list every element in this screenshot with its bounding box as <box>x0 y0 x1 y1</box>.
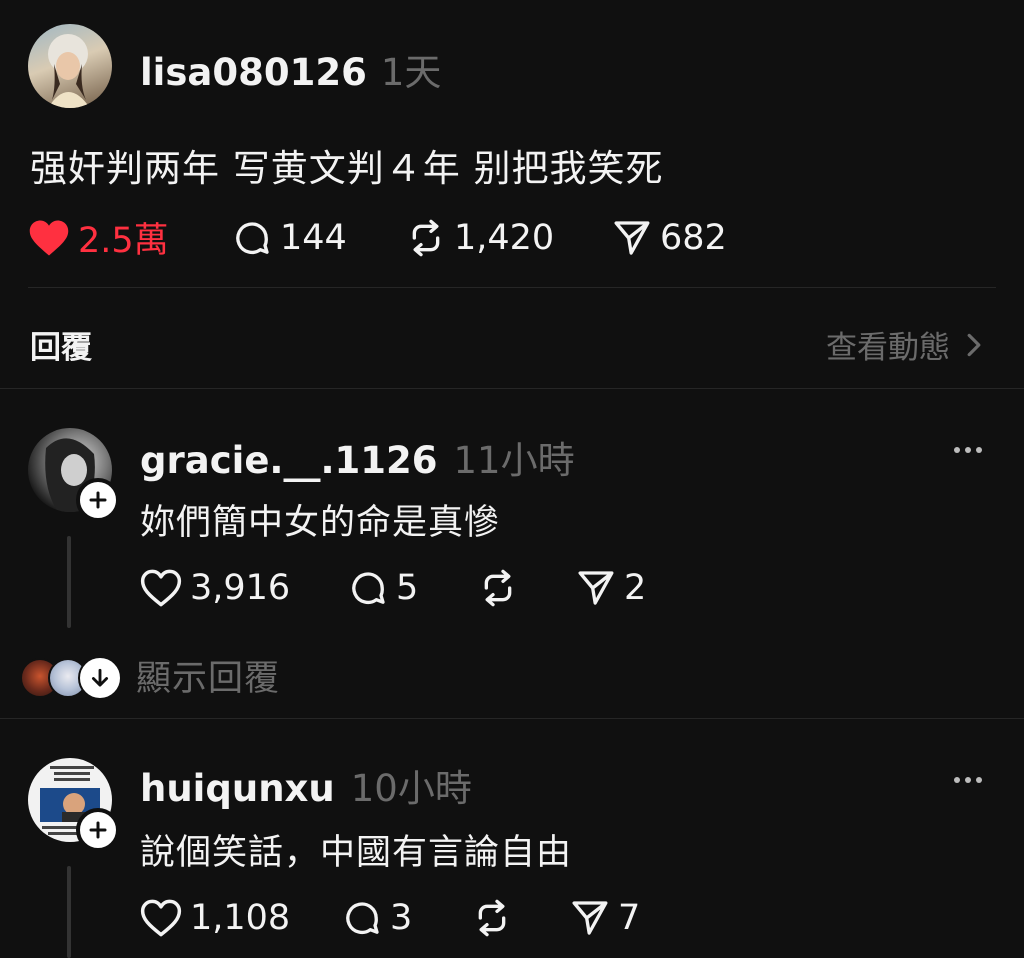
reply-timestamp: 10小時 <box>350 767 472 810</box>
dot <box>965 777 971 783</box>
expand-replies-icon <box>78 655 122 700</box>
heart-filled-icon <box>29 220 69 255</box>
repost-icon <box>478 899 506 937</box>
reply-actions: 3,916 5 2 <box>140 568 676 608</box>
reply-like-count: 1,108 <box>190 898 291 938</box>
replies-header-divider <box>0 388 1024 389</box>
dot <box>965 447 971 453</box>
heart-icon <box>140 569 182 607</box>
post-comment-count: 144 <box>280 217 347 258</box>
reply-comment-count: 3 <box>390 898 413 938</box>
reply-timestamp: 11小時 <box>453 439 575 482</box>
comment-icon <box>236 221 269 254</box>
follow-button[interactable] <box>76 478 120 522</box>
post-comment-button[interactable]: 144 <box>232 218 406 258</box>
reply-avatar-stack <box>20 654 122 700</box>
reply-actions: 1,108 3 7 <box>140 898 670 938</box>
repost-icon <box>412 219 440 256</box>
reply-like-count: 3,916 <box>190 568 291 608</box>
repost-icon <box>484 569 512 607</box>
reply-like-button[interactable]: 1,108 <box>140 898 342 938</box>
avatar-image <box>48 34 90 108</box>
reply-header: gracie.__.1126 11小時 <box>140 430 575 484</box>
view-activity-link[interactable]: 查看動態 <box>826 322 982 367</box>
dot <box>976 777 982 783</box>
arrow-down-icon <box>91 668 109 687</box>
follow-button[interactable] <box>76 808 120 852</box>
comment-icon <box>352 572 385 605</box>
send-icon <box>572 901 608 935</box>
reply-divider <box>0 718 1024 719</box>
post-share-count: 682 <box>660 217 727 258</box>
more-options-button[interactable] <box>954 447 982 453</box>
send-icon <box>578 571 614 605</box>
heart-icon <box>140 899 182 937</box>
post-timestamp: 1天 <box>380 51 442 94</box>
post-repost-count: 1,420 <box>454 217 555 258</box>
plus-icon <box>89 491 107 509</box>
reply-comment-button[interactable]: 5 <box>348 568 478 608</box>
post-author-username[interactable]: lisa080126 <box>140 51 367 94</box>
show-replies-label: 顯示回覆 <box>136 659 281 699</box>
send-icon <box>614 220 650 255</box>
reply-author-username[interactable]: gracie.__.1126 <box>140 439 438 482</box>
post-like-count: 2.5萬 <box>78 221 169 261</box>
dot <box>954 447 960 453</box>
reply-share-count: 7 <box>618 898 641 938</box>
reply-comment-button[interactable]: 3 <box>342 898 472 938</box>
chevron-right-icon <box>967 333 981 356</box>
post-author-avatar[interactable] <box>28 24 112 108</box>
post-like-button[interactable]: 2.5萬 <box>28 212 232 263</box>
thread-line <box>67 866 71 958</box>
reply-text: 妳們簡中女的命是真慘 <box>140 503 501 543</box>
reply-author-username[interactable]: huiqunxu <box>140 767 335 810</box>
reply-share-button[interactable]: 7 <box>570 898 670 938</box>
post-actions: 2.5萬 144 1,420 682 <box>28 212 752 263</box>
reply-share-button[interactable]: 2 <box>576 568 676 608</box>
reply-share-count: 2 <box>624 568 647 608</box>
more-options-button[interactable] <box>954 777 982 783</box>
reply-comment-count: 5 <box>396 568 419 608</box>
show-replies-button[interactable]: 顯示回覆 <box>20 650 280 701</box>
post-divider <box>28 287 996 288</box>
reply-like-button[interactable]: 3,916 <box>140 568 348 608</box>
reply-repost-button[interactable] <box>472 898 570 938</box>
view-activity-label: 查看動態 <box>826 330 950 366</box>
dot <box>976 447 982 453</box>
post-header: lisa080126 1天 <box>140 42 441 96</box>
plus-icon <box>89 821 107 839</box>
replies-label: 回覆 <box>30 330 92 366</box>
reply-text: 說個笑話，中國有言論自由 <box>140 833 573 873</box>
dot <box>954 777 960 783</box>
post-share-button[interactable]: 682 <box>612 218 752 258</box>
thread-line <box>67 536 71 628</box>
post-text: 强奸判两年 写黄文判４年 别把我笑死 <box>30 147 664 190</box>
reply-repost-button[interactable] <box>478 568 576 608</box>
post-repost-button[interactable]: 1,420 <box>406 218 612 258</box>
reply-header: huiqunxu 10小時 <box>140 758 472 812</box>
comment-icon <box>346 902 379 935</box>
